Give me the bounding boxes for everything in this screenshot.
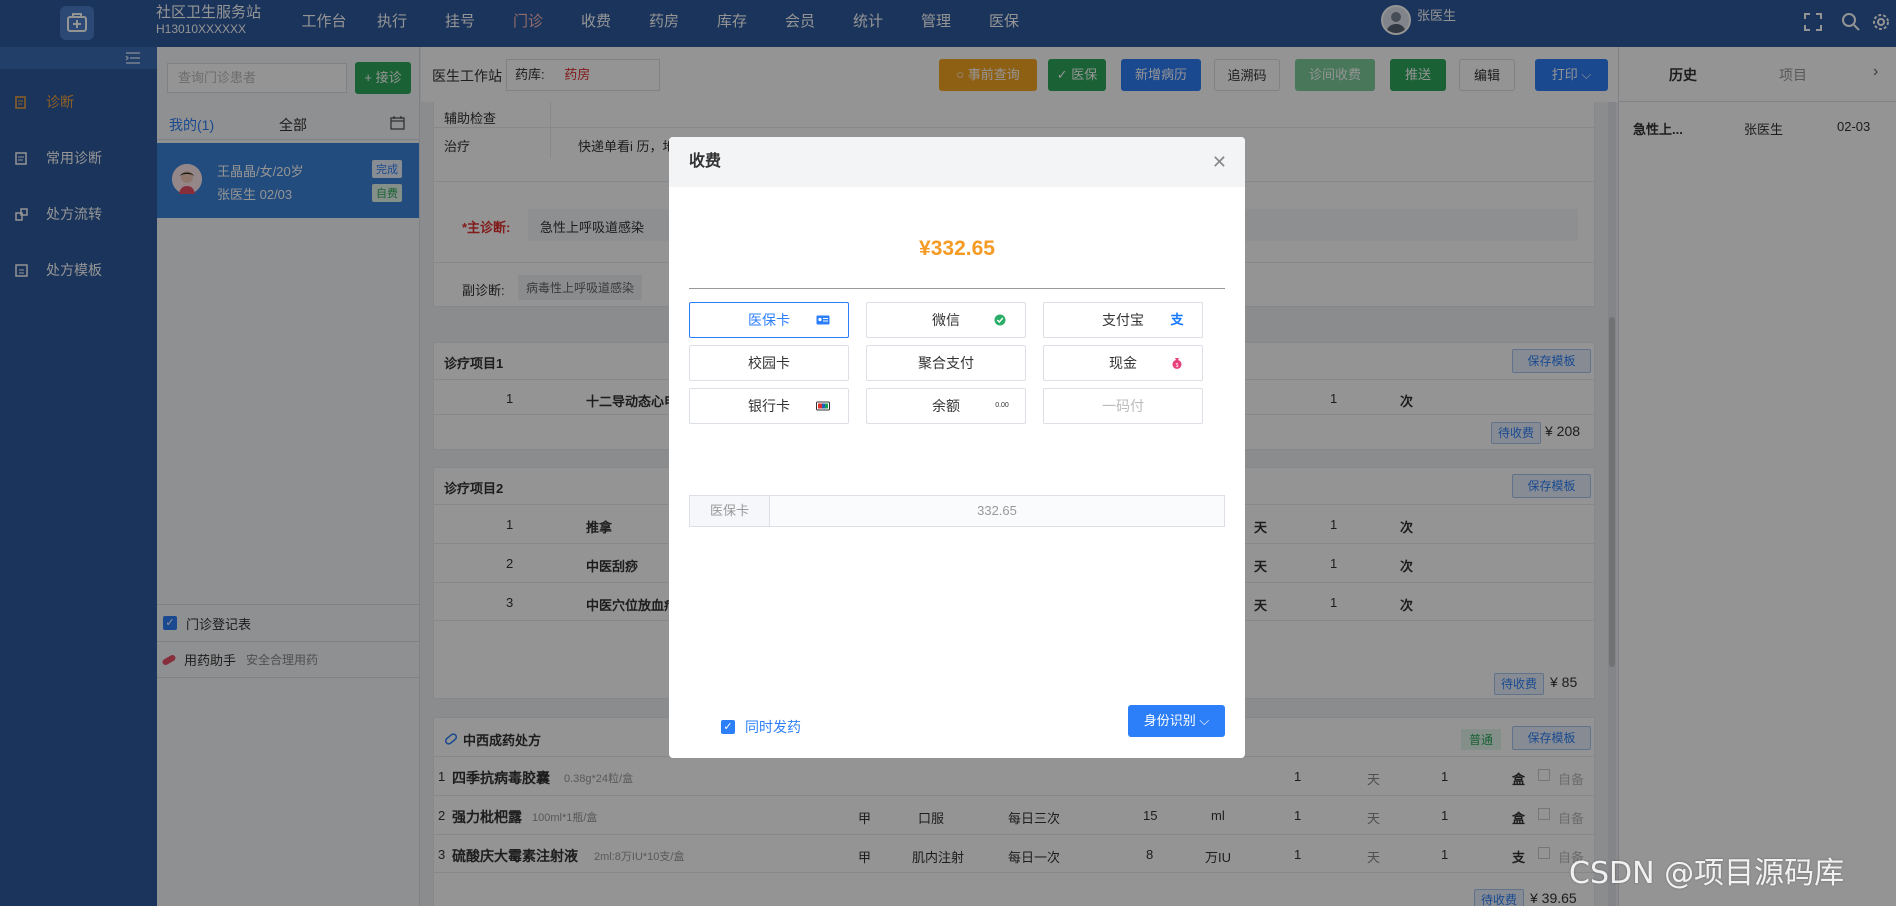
pay-cash-button[interactable]: 现金 $ (1043, 345, 1203, 381)
pay-aggregate-button[interactable]: 聚合支付 (866, 345, 1026, 381)
charge-amount: ¥332.65 (919, 237, 995, 260)
close-icon[interactable]: ✕ (1212, 153, 1227, 171)
pay-bank-card-button[interactable]: 银行卡 (689, 388, 849, 424)
watermark: CSDN @项目源码库 (1569, 856, 1845, 891)
pay-campus-card-button[interactable]: 校园卡 (689, 345, 849, 381)
dialog-title: 收费 (669, 137, 1245, 187)
wechat-icon (994, 314, 1006, 326)
pay-one-code-button[interactable]: 一码付 (1043, 388, 1203, 424)
pay-medical-card-button[interactable]: 医保卡 (689, 302, 849, 338)
dispense-together-option[interactable]: ✓ 同时发药 (721, 717, 801, 737)
pay-balance-button[interactable]: 余额 0.00 (866, 388, 1026, 424)
balance-icon: 0.00 (995, 402, 1009, 409)
pay-wechat-button[interactable]: 微信 (866, 302, 1026, 338)
dispense-checkbox[interactable]: ✓ (721, 720, 735, 734)
payment-summary-row: 医保卡 332.65 (689, 495, 1225, 527)
pay-alipay-button[interactable]: 支付宝 支 (1043, 302, 1203, 338)
identity-recognition-button[interactable]: 身份识别 ⌵ (1128, 705, 1225, 737)
summary-amount-input[interactable]: 332.65 (770, 496, 1224, 526)
summary-label: 医保卡 (690, 496, 770, 526)
svg-text:$: $ (1176, 363, 1179, 369)
alipay-icon: 支 (1170, 312, 1184, 327)
money-bag-icon: $ (1172, 358, 1182, 369)
charge-dialog: 收费 ✕ ¥332.65 医保卡 微信 支付宝 支 校园卡 聚合支付 现金 $ … (669, 137, 1245, 758)
bank-card-icon (816, 401, 830, 411)
id-card-icon (816, 315, 830, 325)
dispense-label: 同时发药 (745, 719, 801, 735)
